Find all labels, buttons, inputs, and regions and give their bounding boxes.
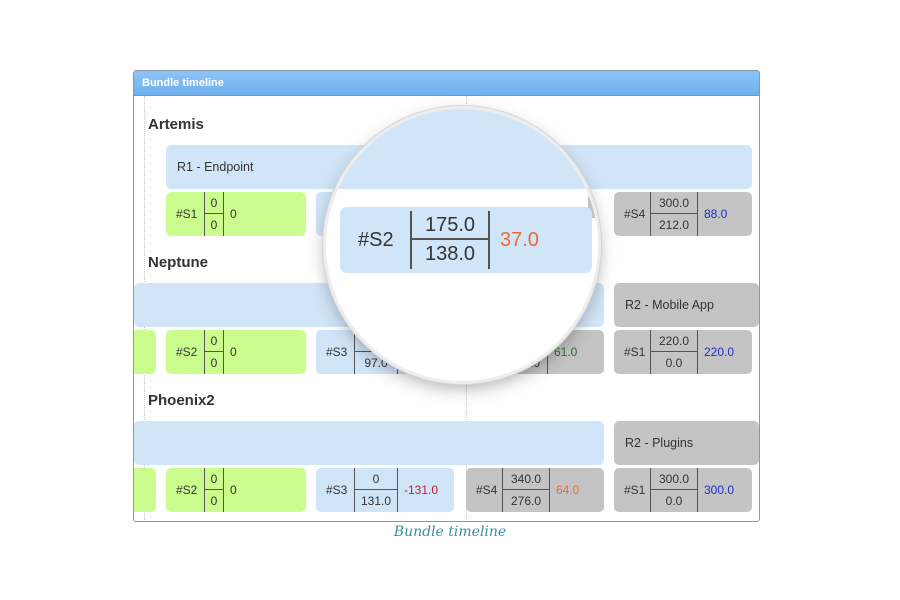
- panel-header: Bundle timeline: [134, 71, 759, 96]
- magnified-release-bar: [326, 109, 598, 189]
- sprint-planned: 300.0: [651, 468, 697, 490]
- release-bar-r2-plugins[interactable]: R2 - Plugins: [614, 421, 759, 465]
- sprint-delta: 88.0: [704, 207, 728, 221]
- sprint-delta: -131.0: [404, 483, 439, 497]
- sprint-planned: 0: [205, 192, 223, 214]
- sprint-card-s1[interactable]: #S1 0 0 0: [166, 192, 306, 236]
- sprint-name: #S4: [476, 483, 498, 497]
- sprint-card-s2[interactable]: #S2 0 0 0: [166, 330, 306, 374]
- sprint-estimate: 300.0 0.0: [650, 468, 698, 512]
- sprint-name: #S1: [624, 345, 646, 359]
- sprint-completed: 131.0: [360, 494, 392, 508]
- sprint-card-s4[interactable]: #S4 300.0 212.0 88.0: [614, 192, 752, 236]
- release-bar-r2-mobile-app[interactable]: R2 - Mobile App: [614, 283, 759, 327]
- magnified-sprint-name: #S2: [358, 229, 394, 251]
- sprint-planned: 0: [355, 468, 397, 490]
- magnifier-lens: #S2 175.0 138.0 37.0: [326, 109, 598, 381]
- sprint-completed: 0: [210, 218, 218, 232]
- sprint-card-s4[interactable]: #S4 340.0 276.0 64.0: [466, 468, 604, 512]
- group-title-artemis: Artemis: [148, 116, 204, 133]
- sprint-card-s1[interactable]: #S1 220.0 0.0 220.0: [614, 330, 752, 374]
- sprint-name: #S3: [326, 483, 348, 497]
- sprint-delta: 300.0: [704, 483, 735, 497]
- sprint-card-s2[interactable]: #S2 0 0 0: [166, 468, 306, 512]
- magnified-sprint-card-s2: #S2 175.0 138.0 37.0: [340, 207, 592, 273]
- sprint-name: #S2: [176, 345, 198, 359]
- sprint-delta: 0: [230, 345, 237, 359]
- sprint-completed: 0: [210, 356, 218, 370]
- release-bar-phoenix2[interactable]: [134, 421, 604, 465]
- sprint-estimate: 0 0: [204, 330, 224, 374]
- sprint-estimate: 0 131.0: [354, 468, 398, 512]
- sprint-name: #S2: [176, 483, 198, 497]
- sprint-planned: 220.0: [651, 330, 697, 352]
- magnified-delta: 37.0: [500, 229, 539, 251]
- sprint-completed: 212.0: [658, 218, 690, 232]
- sprint-card-partial[interactable]: [134, 330, 156, 374]
- sprint-estimate: 0 0: [204, 192, 224, 236]
- group-title-phoenix2: Phoenix2: [148, 392, 215, 409]
- sprint-planned: 0: [205, 330, 223, 352]
- sprint-name: #S4: [624, 207, 646, 221]
- sprint-estimate: 220.0 0.0: [650, 330, 698, 374]
- sprint-completed: 276.0: [510, 494, 542, 508]
- sprint-name: #S1: [624, 483, 646, 497]
- sprint-completed: 0: [210, 494, 218, 508]
- sprint-estimate: 340.0 276.0: [502, 468, 550, 512]
- sprint-name: #S1: [176, 207, 198, 221]
- sprint-delta: 220.0: [704, 345, 735, 359]
- sprint-estimate: 0 0: [204, 468, 224, 512]
- sprint-completed: 0.0: [665, 494, 683, 508]
- sprint-delta: 0: [230, 207, 237, 221]
- sprint-name: #S3: [326, 345, 348, 359]
- sprint-card-s3[interactable]: #S3 0 131.0 -131.0: [316, 468, 454, 512]
- group-title-neptune: Neptune: [148, 254, 208, 271]
- sprint-card-partial[interactable]: [134, 468, 156, 512]
- sprint-planned: 300.0: [651, 192, 697, 214]
- sprint-estimate: 300.0 212.0: [650, 192, 698, 236]
- sprint-planned: 340.0: [503, 468, 549, 490]
- figure-caption: Bundle timeline: [393, 524, 507, 540]
- magnified-planned: 175.0: [412, 211, 488, 240]
- sprint-delta: 64.0: [556, 483, 580, 497]
- sprint-card-s1[interactable]: #S1 300.0 0.0 300.0: [614, 468, 752, 512]
- sprint-planned: 0: [205, 468, 223, 490]
- magnified-completed: 138.0: [424, 243, 476, 265]
- magnified-sprint-estimate: 175.0 138.0: [410, 211, 490, 269]
- sprint-delta: 0: [230, 483, 237, 497]
- sprint-completed: 0.0: [665, 356, 683, 370]
